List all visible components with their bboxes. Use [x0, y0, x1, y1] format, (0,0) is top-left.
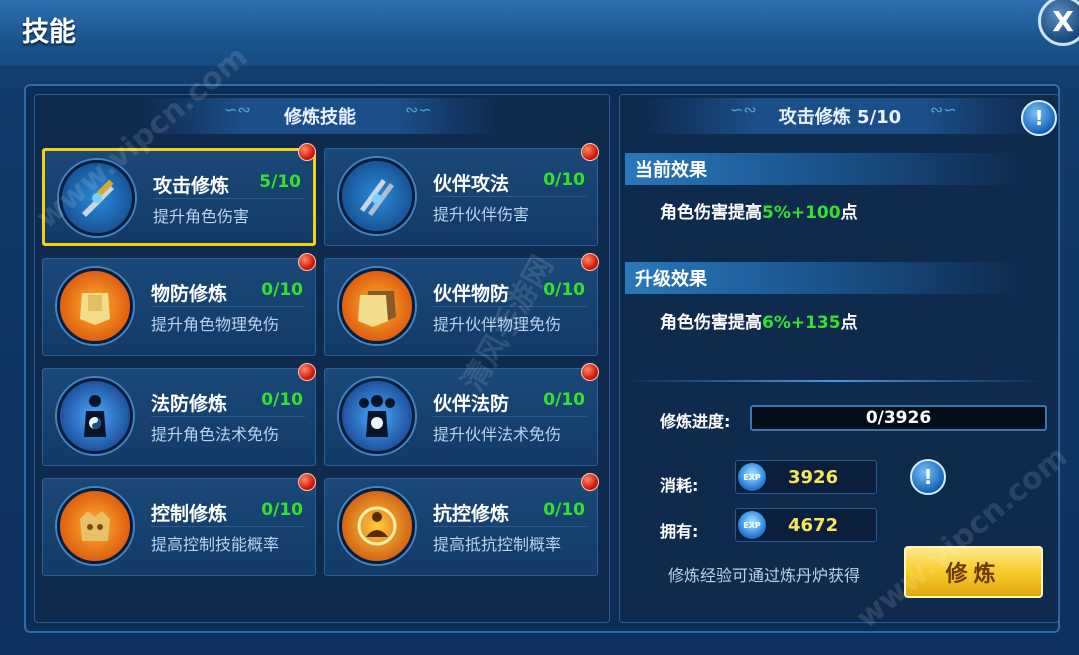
own-label: 拥有: [660, 522, 699, 541]
hint-text: 修炼经验可通过炼丹炉获得 [668, 566, 861, 585]
skill-name: 攻击修炼 [153, 175, 230, 197]
skill-level: 0/10 [261, 500, 303, 520]
current-effect-text: 角色伤害提高5%+100点 [660, 198, 858, 223]
cost-label: 消耗: [660, 476, 699, 495]
meditation-icon [339, 488, 415, 564]
skill-level: 0/10 [261, 280, 303, 300]
notification-dot [581, 253, 599, 271]
armor-pair-icon [339, 268, 415, 344]
effect-value: 6%+135 [762, 313, 841, 333]
skill-level: 0/10 [543, 390, 585, 410]
skill-card-phys-def[interactable]: 物防修炼 0/10 提升角色物理免伤 [42, 258, 316, 356]
divider [151, 526, 305, 527]
skill-card-resist-control[interactable]: 抗控修炼 0/10 提高抵抗控制概率 [324, 478, 598, 576]
notification-dot [298, 143, 316, 161]
skill-name: 抗控修炼 [433, 503, 510, 525]
skill-card-partner-attack[interactable]: 伙伴攻法 0/10 提升伙伴伤害 [324, 148, 598, 246]
info-button[interactable]: ! [1021, 100, 1057, 136]
skill-name: 伙伴攻法 [433, 173, 510, 195]
current-effect-header: 当前效果 [625, 153, 1027, 185]
divider [151, 416, 305, 417]
effect-prefix: 角色伤害提高 [660, 313, 762, 333]
notification-dot [298, 473, 316, 491]
effect-value: 5%+100 [762, 203, 841, 223]
skill-desc: 提升伙伴法术免伤 [433, 425, 562, 444]
exp-icon: EXP [738, 511, 766, 539]
ornament-right-icon: ∾∽ [930, 100, 957, 119]
effect-suffix: 点 [840, 313, 858, 333]
skill-level: 5/10 [259, 172, 301, 192]
skill-desc: 提升角色伤害 [153, 207, 250, 226]
skill-name: 法防修炼 [151, 393, 228, 415]
upgrade-effect-header: 升级效果 [625, 262, 1027, 294]
window-title: 技能 [22, 17, 76, 48]
own-value: 4672 [788, 515, 839, 536]
current-effect-label: 当前效果 [635, 160, 707, 181]
skill-card-magic-def[interactable]: 法防修炼 0/10 提升角色法术免伤 [42, 368, 316, 466]
info-icon: ! [1034, 106, 1044, 130]
effect-suffix: 点 [840, 203, 858, 223]
skill-desc: 提高抵抗控制概率 [433, 535, 562, 554]
skill-level: 0/10 [261, 390, 303, 410]
progress-label: 修炼进度: [660, 412, 731, 431]
ornament-left-icon: ∽∾ [730, 100, 757, 119]
progress-bar: 0/3926 [750, 405, 1047, 431]
swords-icon [339, 158, 415, 234]
cost-info-button[interactable]: ! [910, 459, 946, 495]
divider [151, 306, 305, 307]
yinyang-group-icon [339, 378, 415, 454]
close-icon: X [1052, 4, 1074, 38]
notification-dot [298, 363, 316, 381]
skill-desc: 提升角色物理免伤 [151, 315, 280, 334]
divider [433, 416, 587, 417]
skill-desc: 提高控制技能概率 [151, 535, 280, 554]
divider [433, 526, 587, 527]
exp-icon: EXP [738, 463, 766, 491]
divider [153, 198, 303, 199]
skill-desc: 提升角色法术免伤 [151, 425, 280, 444]
ornament-left-icon: ∽∾ [224, 100, 251, 119]
divider [433, 196, 587, 197]
title-bar: 技能 [0, 0, 1079, 66]
effect-prefix: 角色伤害提高 [660, 203, 762, 223]
notification-dot [581, 363, 599, 381]
skill-level: 0/10 [543, 170, 585, 190]
skill-list-title: 修炼技能 [284, 107, 356, 128]
notification-dot [581, 143, 599, 161]
notification-dot [581, 473, 599, 491]
own-box: EXP 4672 [735, 508, 877, 542]
notification-dot [298, 253, 316, 271]
skill-name: 物防修炼 [151, 283, 228, 305]
skill-desc: 提升伙伴伤害 [433, 205, 530, 224]
skill-name: 伙伴法防 [433, 393, 510, 415]
detail-title: 攻击修炼 5/10 [778, 107, 902, 128]
skill-window: 技能 X 修炼技能 ∽∾ ∾∽ 攻击修炼 5/10 提升角色伤害 伙伴攻法 0/… [0, 0, 1079, 655]
upgrade-effect-text: 角色伤害提高6%+135点 [660, 308, 858, 333]
crown-icon [57, 488, 133, 564]
skill-name: 控制修炼 [151, 503, 228, 525]
ornament-right-icon: ∾∽ [405, 100, 432, 119]
yinyang-figure-icon [57, 378, 133, 454]
info-icon: ! [923, 465, 933, 489]
skill-level: 0/10 [543, 500, 585, 520]
divider [625, 380, 1045, 382]
skill-card-control[interactable]: 控制修炼 0/10 提高控制技能概率 [42, 478, 316, 576]
armor-icon [57, 268, 133, 344]
cost-value: 3926 [788, 467, 839, 488]
detail-title-bar: 攻击修炼 5/10 [640, 98, 1040, 134]
cost-box: EXP 3926 [735, 460, 877, 494]
upgrade-effect-label: 升级效果 [635, 269, 707, 290]
progress-value: 0/3926 [865, 408, 932, 428]
